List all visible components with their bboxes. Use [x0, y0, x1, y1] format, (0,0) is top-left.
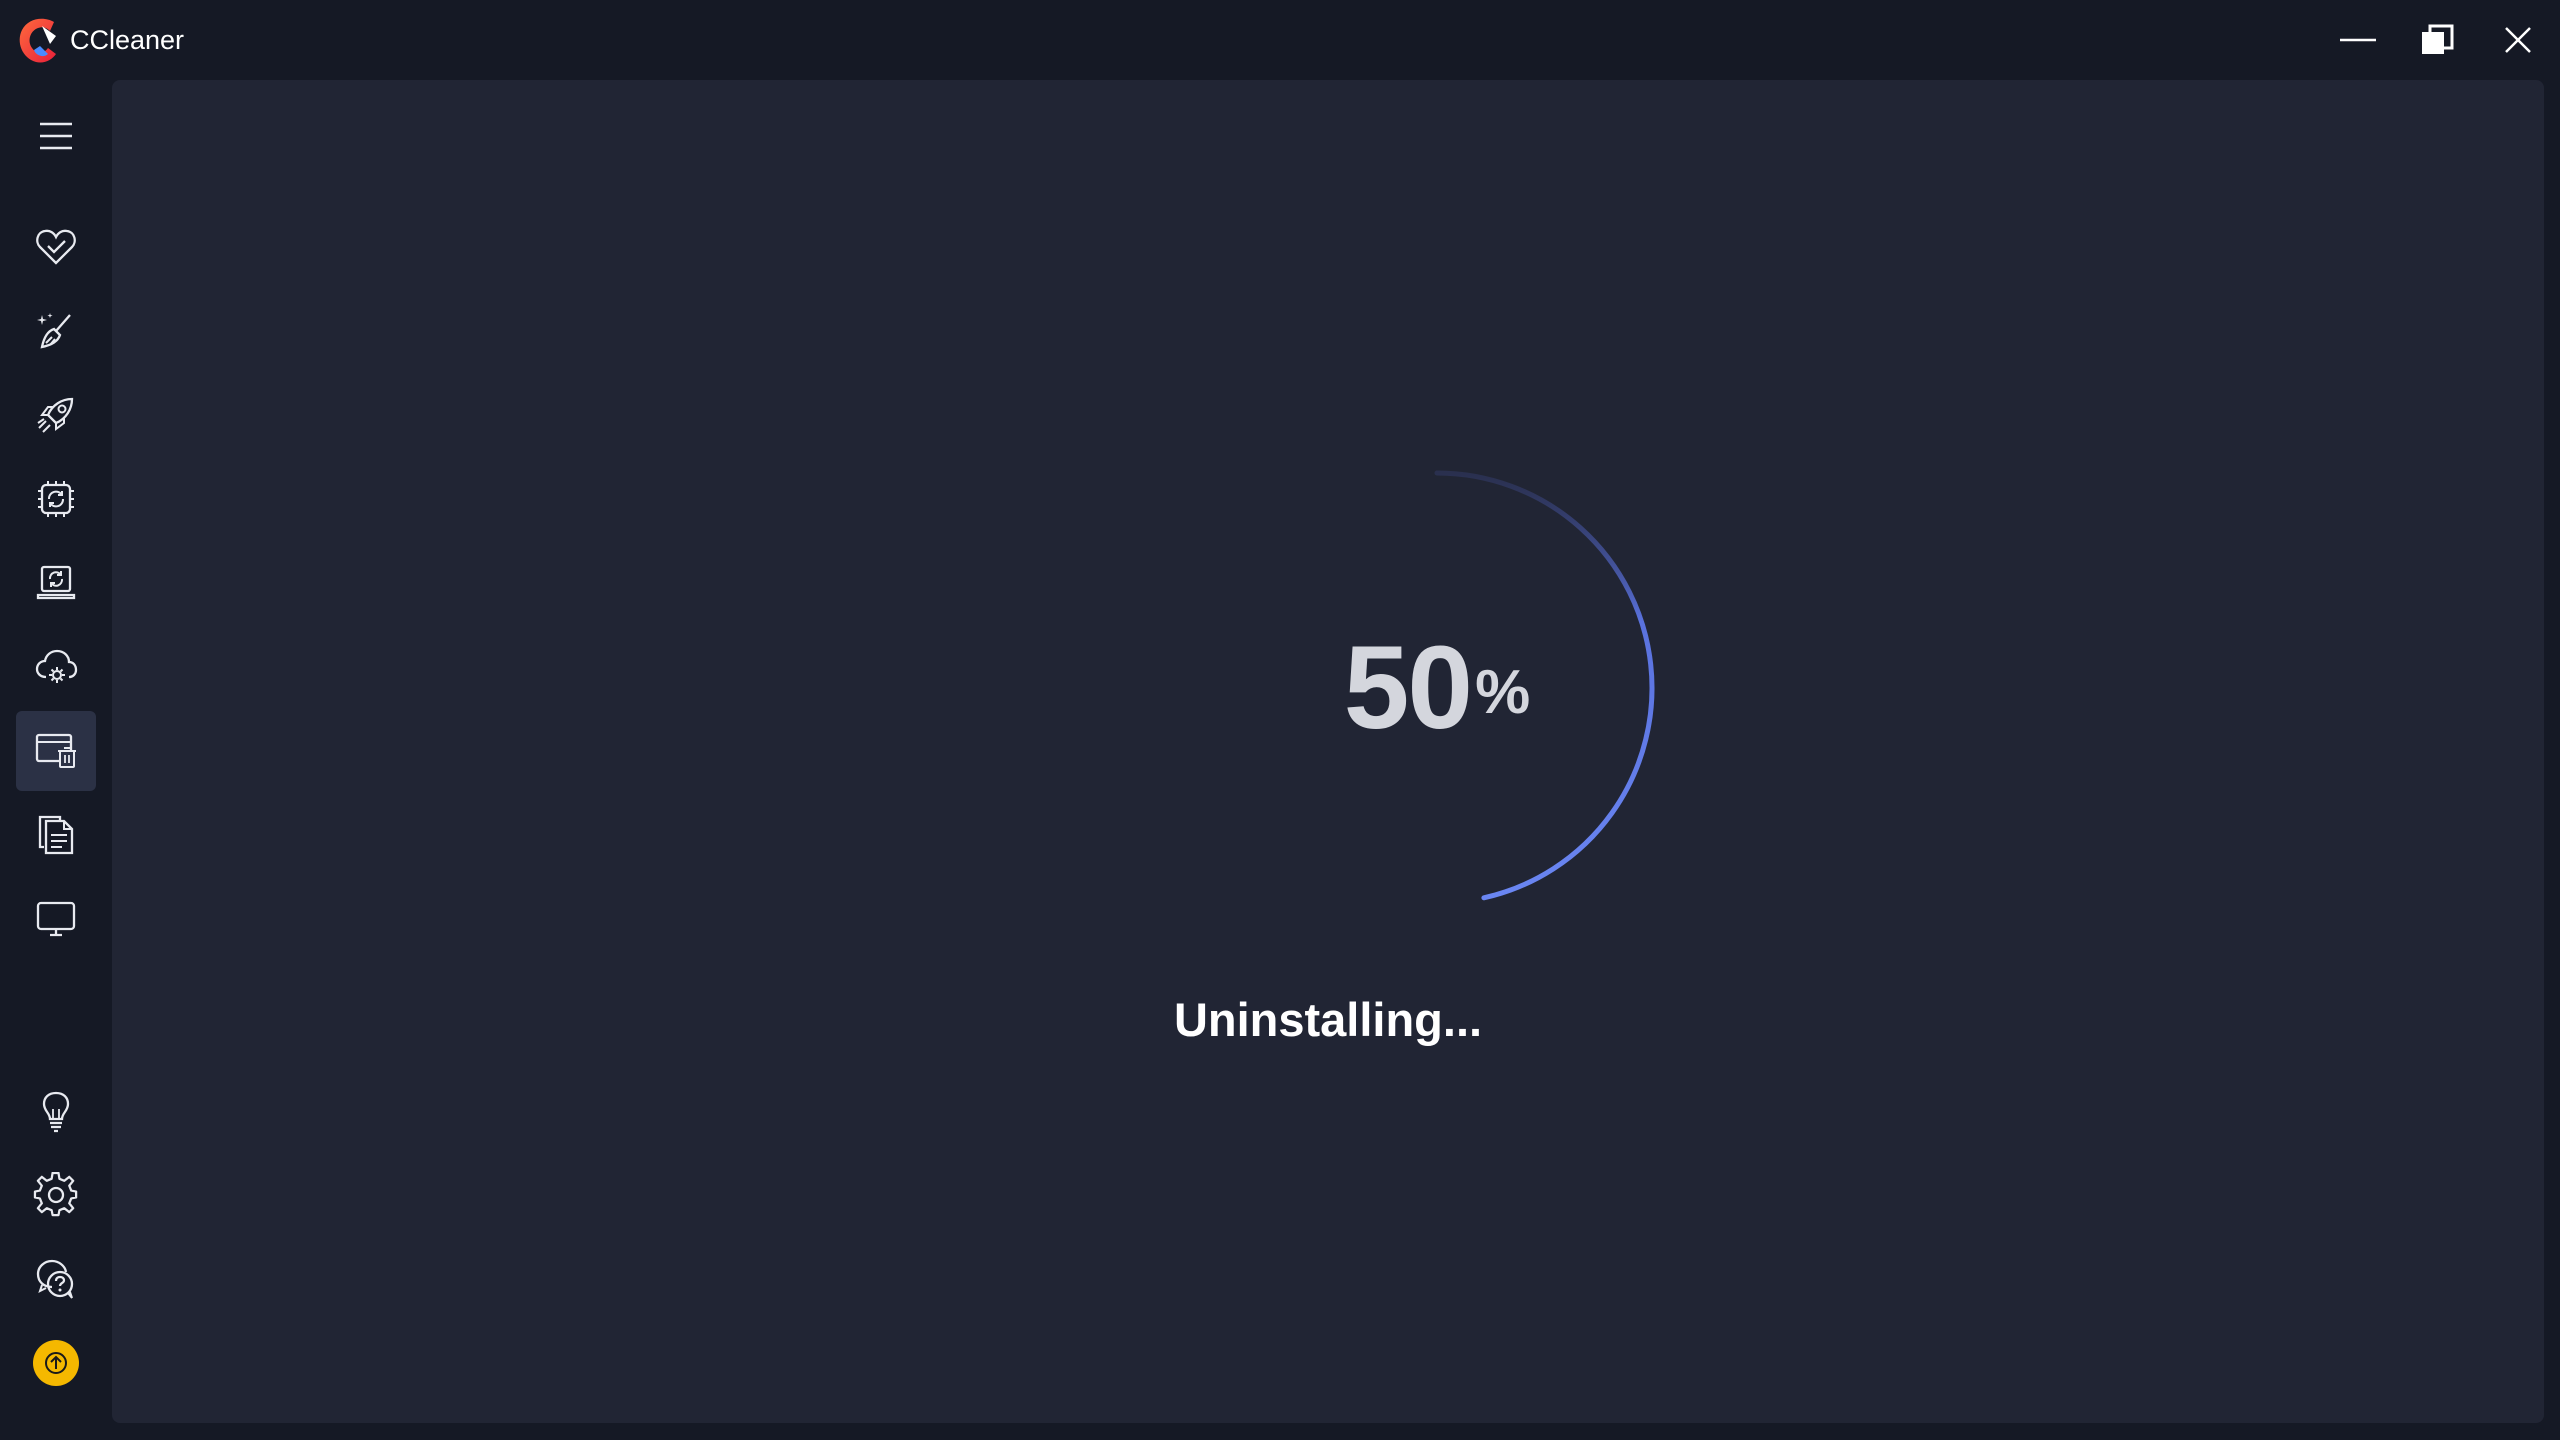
close-icon [2505, 27, 2531, 53]
documents-icon [38, 815, 74, 855]
help-chat-icon [36, 1259, 74, 1299]
monitor-icon [36, 901, 76, 937]
sidebar-nav [0, 80, 110, 1440]
minimize-icon [2340, 38, 2376, 42]
sidebar-item-help[interactable] [16, 1239, 96, 1319]
sidebar-item-tips[interactable] [16, 1071, 96, 1151]
app-title: CCleaner [70, 25, 185, 55]
title-bar: CCleaner [0, 0, 2560, 80]
lightbulb-icon [42, 1091, 70, 1133]
settings-gear-icon [33, 1172, 78, 1217]
progress-value: 50 [1343, 622, 1473, 754]
minimize-button[interactable] [2318, 10, 2398, 70]
app-window: CCleaner 50 % Uninstalling... [0, 0, 2560, 1440]
progress-unit: % [1475, 657, 1531, 727]
status-text: Uninstalling... [1173, 993, 1483, 1046]
chip-refresh-icon [38, 481, 74, 517]
cloud-gear-icon [35, 649, 78, 683]
sidebar-item-software-updater[interactable] [16, 543, 96, 623]
sidebar-menu-button[interactable] [16, 96, 96, 176]
progress-ring: 50 % [1217, 468, 1657, 908]
upgrade-icon [33, 1340, 79, 1386]
rocket-icon [37, 397, 74, 433]
laptop-update-icon [36, 565, 76, 600]
sidebar-item-health-check[interactable] [16, 207, 96, 287]
sidebar-item-upgrade[interactable] [16, 1323, 96, 1403]
restore-icon [2422, 24, 2454, 54]
sidebar-item-driver-updater[interactable] [16, 459, 96, 539]
sidebar-item-uninstaller[interactable] [16, 711, 96, 791]
progress-percent: 50 % [1217, 468, 1657, 908]
restore-button[interactable] [2398, 10, 2478, 70]
broom-sparkle-icon [37, 313, 71, 349]
ccleaner-logo-icon [14, 14, 66, 66]
heart-check-icon [36, 229, 76, 265]
sidebar-item-cloud[interactable] [16, 627, 96, 707]
sidebar-item-monitor[interactable] [16, 879, 96, 959]
close-button[interactable] [2478, 10, 2558, 70]
uninstaller-icon [35, 733, 76, 768]
menu-icon [40, 122, 72, 150]
sidebar-item-documents[interactable] [16, 795, 96, 875]
sidebar-item-performance[interactable] [16, 375, 96, 455]
main-panel: 50 % Uninstalling... [112, 80, 2544, 1423]
sidebar-item-settings[interactable] [16, 1155, 96, 1235]
sidebar-item-custom-clean[interactable] [16, 291, 96, 371]
